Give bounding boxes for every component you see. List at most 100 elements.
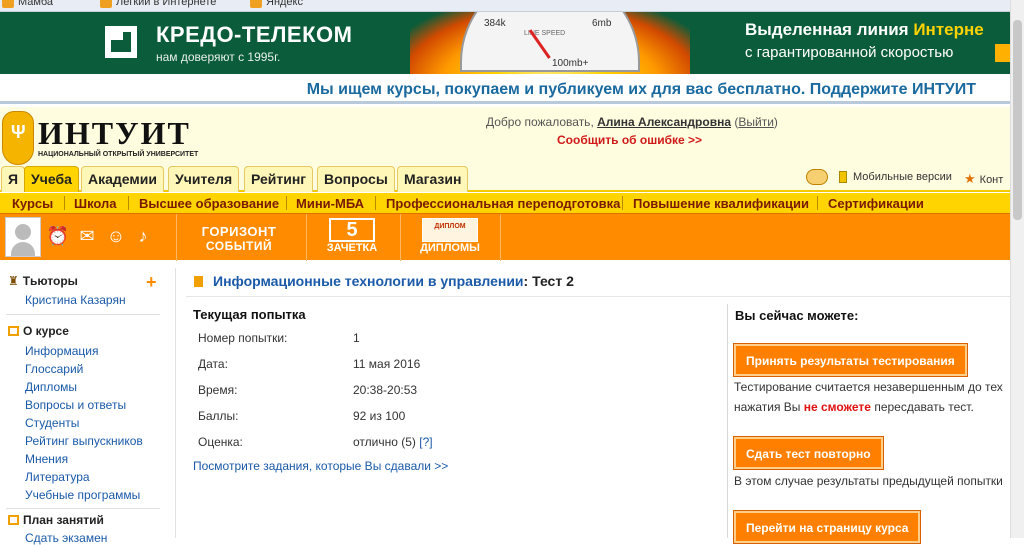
grade-help-link[interactable]: [?] xyxy=(419,435,432,449)
bookmark-yandex[interactable]: Яндекс xyxy=(250,0,303,9)
events-horizon-button[interactable]: ГОРИЗОНТ СОБЫТИЙ xyxy=(180,218,298,258)
subnav-retraining[interactable]: Профессиональная переподготовка xyxy=(386,196,620,211)
bookmark-icon xyxy=(2,0,14,9)
tab-rating[interactable]: Рейтинг xyxy=(244,166,314,192)
attempt-number-label: Номер попытки: xyxy=(198,331,288,345)
page-scrollbar[interactable] xyxy=(1010,0,1024,538)
subnav-courses[interactable]: Курсы xyxy=(12,196,53,211)
logout-link[interactable]: Выйти xyxy=(738,115,774,129)
bookmark-mamba[interactable]: Мамба xyxy=(2,0,53,9)
document-icon xyxy=(194,276,203,287)
time-label: Время: xyxy=(198,383,238,397)
main-tabs: Я Учеба Академии Учителя Рейтинг Вопросы… xyxy=(0,165,1010,192)
bookmark-internet[interactable]: Легкий в Интернете xyxy=(100,0,216,9)
user-name-link[interactable]: Алина Александровна xyxy=(597,115,731,129)
score-label: Баллы: xyxy=(198,409,239,423)
report-error-link[interactable]: Сообщить об ошибке >> xyxy=(557,133,702,147)
gradebook-icon: 5 xyxy=(329,218,375,242)
go-to-course-button[interactable]: Перейти на страницу курса xyxy=(732,510,922,544)
banner-brand: КРЕДО-ТЕЛЕКОМ xyxy=(156,22,353,47)
mobile-versions-link[interactable]: Мобильные версии xyxy=(839,171,952,184)
gradebook-button[interactable]: 5 ЗАЧЕТКА xyxy=(322,218,382,258)
tab-questions[interactable]: Вопросы xyxy=(317,166,395,192)
banner-slogan: нам доверяют с 1995г. xyxy=(156,50,281,64)
page-title: Информационные технологии в управлении: … xyxy=(194,273,574,289)
subnav-higher-education[interactable]: Высшее образование xyxy=(139,196,279,211)
diplomas-button[interactable]: ДИПЛОМ ДИПЛОМЫ xyxy=(410,218,490,258)
sidebar-item-info[interactable]: Информация xyxy=(25,344,98,358)
intuit-logo-subtitle: НАЦИОНАЛЬНЫЙ ОТКРЫТЫЙ УНИВЕРСИТЕТ xyxy=(38,151,199,158)
sidebar-item-literature[interactable]: Литература xyxy=(25,470,90,484)
course-link[interactable]: Информационные технологии в управлении xyxy=(213,273,524,289)
accept-note-line2: нажатия Вы не сможете пересдавать тест. xyxy=(734,400,974,414)
tab-shop[interactable]: Магазин xyxy=(397,166,469,192)
course-sidebar: ♜ Тьюторы + Кристина Казарян О курсе Инфо… xyxy=(0,268,176,545)
subnav-qualification[interactable]: Повышение квалификации xyxy=(633,196,809,211)
site-header: Ψ ИНТУИТ НАЦИОНАЛЬНЫЙ ОТКРЫТЫЙ УНИВЕРСИТ… xyxy=(0,107,1010,165)
kredo-logo-icon xyxy=(105,26,137,58)
support-bar: Мы ищем курсы, покупаем и публикуем их д… xyxy=(0,78,1010,104)
study-subnav: Курсы Школа Высшее образование Мини-МБА … xyxy=(0,193,1010,213)
speed-gauge-icon: 384k LINE SPEED 6mb 100mb+ xyxy=(460,12,640,72)
tutor-icon: ♜ xyxy=(8,274,19,288)
tab-teachers[interactable]: Учителя xyxy=(168,166,240,192)
about-course-heading: О курсе xyxy=(8,324,69,338)
folder-icon xyxy=(8,515,19,525)
chat-icon[interactable] xyxy=(806,169,828,185)
banner-headline: Выделенная линия Интерне xyxy=(745,20,984,39)
sidebar-item-students[interactable]: Студенты xyxy=(25,416,79,430)
intuit-emblem-icon[interactable]: Ψ xyxy=(2,111,34,165)
grade-value: отлично (5) [?] xyxy=(353,435,433,449)
star-icon: ★ xyxy=(964,171,976,186)
banner-button[interactable] xyxy=(995,44,1010,62)
gauge-label-right: 6mb xyxy=(592,18,612,29)
gauge-label-bottom: 100mb+ xyxy=(552,58,589,69)
diploma-icon: ДИПЛОМ xyxy=(422,218,478,242)
bookmark-icon xyxy=(250,0,262,9)
lesson-plan-heading: План занятий xyxy=(8,513,104,527)
people-icon[interactable]: ☺ xyxy=(104,225,128,247)
see-tasks-link[interactable]: Посмотрите задания, которые Вы сдавали >… xyxy=(193,459,448,473)
tab-me[interactable]: Я xyxy=(1,166,26,192)
avatar[interactable] xyxy=(5,217,41,257)
scrollbar-thumb[interactable] xyxy=(1013,20,1022,220)
sidebar-item-qa[interactable]: Вопросы и ответы xyxy=(25,398,126,412)
actions-heading: Вы сейчас можете: xyxy=(735,308,859,323)
retake-note: В этом случае результаты предыдущей попы… xyxy=(734,474,1003,488)
subnav-mini-mba[interactable]: Мини-МБА xyxy=(296,196,364,211)
welcome-text: Добро пожаловать, Алина Александровна (В… xyxy=(486,115,778,129)
user-toolbar: ⏰ ✉ ☺ ♪ ГОРИЗОНТ СОБЫТИЙ 5 ЗАЧЕТКА ДИПЛО… xyxy=(0,213,1010,261)
add-tutor-icon[interactable]: + xyxy=(146,272,157,293)
tutors-heading: ♜ Тьюторы xyxy=(8,274,78,288)
subnav-school[interactable]: Школа xyxy=(74,196,117,211)
accept-note-line1: Тестирование считается незавершенным до … xyxy=(734,380,1003,394)
retake-test-button[interactable]: Сдать тест повторно xyxy=(733,436,884,470)
attempt-number-value: 1 xyxy=(353,331,360,345)
sidebar-item-graduates-rating[interactable]: Рейтинг выпускников xyxy=(25,434,143,448)
grade-label: Оценка: xyxy=(198,435,243,449)
accept-results-button[interactable]: Принять результаты тестирования xyxy=(733,343,968,377)
tab-academies[interactable]: Академии xyxy=(81,166,164,192)
alarm-clock-icon[interactable]: ⏰ xyxy=(46,225,70,247)
sidebar-item-programs[interactable]: Учебные программы xyxy=(25,488,140,502)
bookmarks-bar: Мамба Легкий в Интернете Яндекс xyxy=(0,0,1024,12)
sidebar-item-diplomas[interactable]: Дипломы xyxy=(25,380,77,394)
actions-panel: Вы сейчас можете: Принять результаты тес… xyxy=(727,304,1010,544)
sidebar-item-exam[interactable]: Сдать экзамен xyxy=(25,531,107,545)
score-value: 92 из 100 xyxy=(353,409,406,423)
date-value: 11 мая 2016 xyxy=(353,357,421,371)
ad-banner[interactable]: КРЕДО-ТЕЛЕКОМ нам доверяют с 1995г. 384k… xyxy=(0,12,1010,74)
time-value: 20:38-20:53 xyxy=(353,383,418,397)
sidebar-item-opinions[interactable]: Мнения xyxy=(25,452,68,466)
contacts-link[interactable]: ★ Конт xyxy=(964,171,1003,187)
intuit-logo-text[interactable]: ИНТУИТ xyxy=(38,115,191,152)
tab-study[interactable]: Учеба xyxy=(24,166,79,192)
support-link[interactable]: Мы ищем курсы, покупаем и публикуем их д… xyxy=(307,81,976,99)
envelope-icon[interactable]: ✉ xyxy=(75,225,99,247)
sidebar-item-glossary[interactable]: Глоссарий xyxy=(25,362,83,376)
bell-icon[interactable]: ♪ xyxy=(131,225,155,247)
date-label: Дата: xyxy=(198,357,228,371)
tutor-link[interactable]: Кристина Казарян xyxy=(25,293,126,307)
subnav-certifications[interactable]: Сертификации xyxy=(828,196,924,211)
current-attempt-heading: Текущая попытка xyxy=(193,307,306,322)
